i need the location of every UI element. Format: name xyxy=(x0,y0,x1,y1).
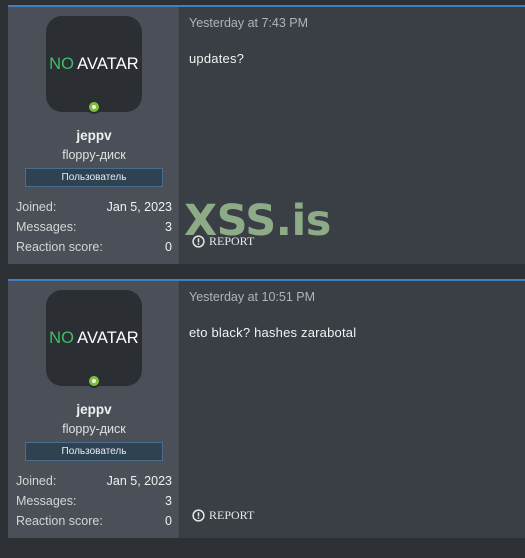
avatar[interactable]: NO AVATAR xyxy=(46,290,142,386)
stat-joined: Joined: Jan 5, 2023 xyxy=(16,471,172,491)
stat-label: Messages: xyxy=(16,220,77,234)
username[interactable]: jeppv xyxy=(8,128,180,143)
stat-value: 0 xyxy=(165,240,172,254)
avatar-no-label: NO xyxy=(49,54,75,73)
user-title: floppy-диск xyxy=(62,422,126,436)
alert-circle-icon xyxy=(192,235,205,248)
post-message: updates? xyxy=(189,51,245,66)
post-user-panel: NO AVATAR jeppv floppy-диск Пользователь… xyxy=(8,281,180,538)
stat-reaction-score: Reaction score: 0 xyxy=(16,237,172,257)
user-stats: Joined: Jan 5, 2023 Messages: 3 Reaction… xyxy=(16,471,172,531)
user-stats: Joined: Jan 5, 2023 Messages: 3 Reaction… xyxy=(16,197,172,257)
alert-circle-icon xyxy=(192,509,205,522)
stat-messages: Messages: 3 xyxy=(16,491,172,511)
post-content: Yesterday at 7:43 PM updates? REPORT xyxy=(180,7,525,264)
stat-joined: Joined: Jan 5, 2023 xyxy=(16,197,172,217)
stat-messages: Messages: 3 xyxy=(16,217,172,237)
avatar-text: AVATAR xyxy=(77,328,139,347)
user-title: floppy-диск xyxy=(62,148,126,162)
online-status-icon xyxy=(87,100,101,114)
stat-label: Reaction score: xyxy=(16,514,103,528)
stat-value: Jan 5, 2023 xyxy=(106,200,172,214)
stat-value: 3 xyxy=(165,220,172,234)
avatar-no-label: NO xyxy=(49,328,75,347)
avatar[interactable]: NO AVATAR xyxy=(46,16,142,112)
post-2: NO AVATAR jeppv floppy-диск Пользователь… xyxy=(8,279,525,538)
stat-value: Jan 5, 2023 xyxy=(106,474,172,488)
stat-value: 0 xyxy=(165,514,172,528)
stat-label: Messages: xyxy=(16,494,77,508)
report-label: REPORT xyxy=(209,234,255,248)
post-timestamp[interactable]: Yesterday at 7:43 PM xyxy=(189,16,308,30)
username[interactable]: jeppv xyxy=(8,402,180,417)
report-label: REPORT xyxy=(209,508,255,522)
post-timestamp[interactable]: Yesterday at 10:51 PM xyxy=(189,290,315,304)
stat-label: Joined: xyxy=(16,200,57,214)
avatar-text: AVATAR xyxy=(77,54,139,73)
post-message: eto black? hashes zarabotal xyxy=(189,325,357,340)
report-button[interactable]: REPORT xyxy=(192,508,254,523)
post-1: NO AVATAR jeppv floppy-диск Пользователь… xyxy=(8,5,525,264)
stat-value: 3 xyxy=(165,494,172,508)
online-status-icon xyxy=(87,374,101,388)
stat-label: Reaction score: xyxy=(16,240,103,254)
user-group-banner: Пользователь xyxy=(25,168,163,187)
post-user-panel: NO AVATAR jeppv floppy-диск Пользователь… xyxy=(8,7,180,264)
report-button[interactable]: REPORT xyxy=(192,234,254,249)
post-content: Yesterday at 10:51 PM eto black? hashes … xyxy=(180,281,525,538)
stat-label: Joined: xyxy=(16,474,57,488)
user-group-banner: Пользователь xyxy=(25,442,163,461)
stat-reaction-score: Reaction score: 0 xyxy=(16,511,172,531)
